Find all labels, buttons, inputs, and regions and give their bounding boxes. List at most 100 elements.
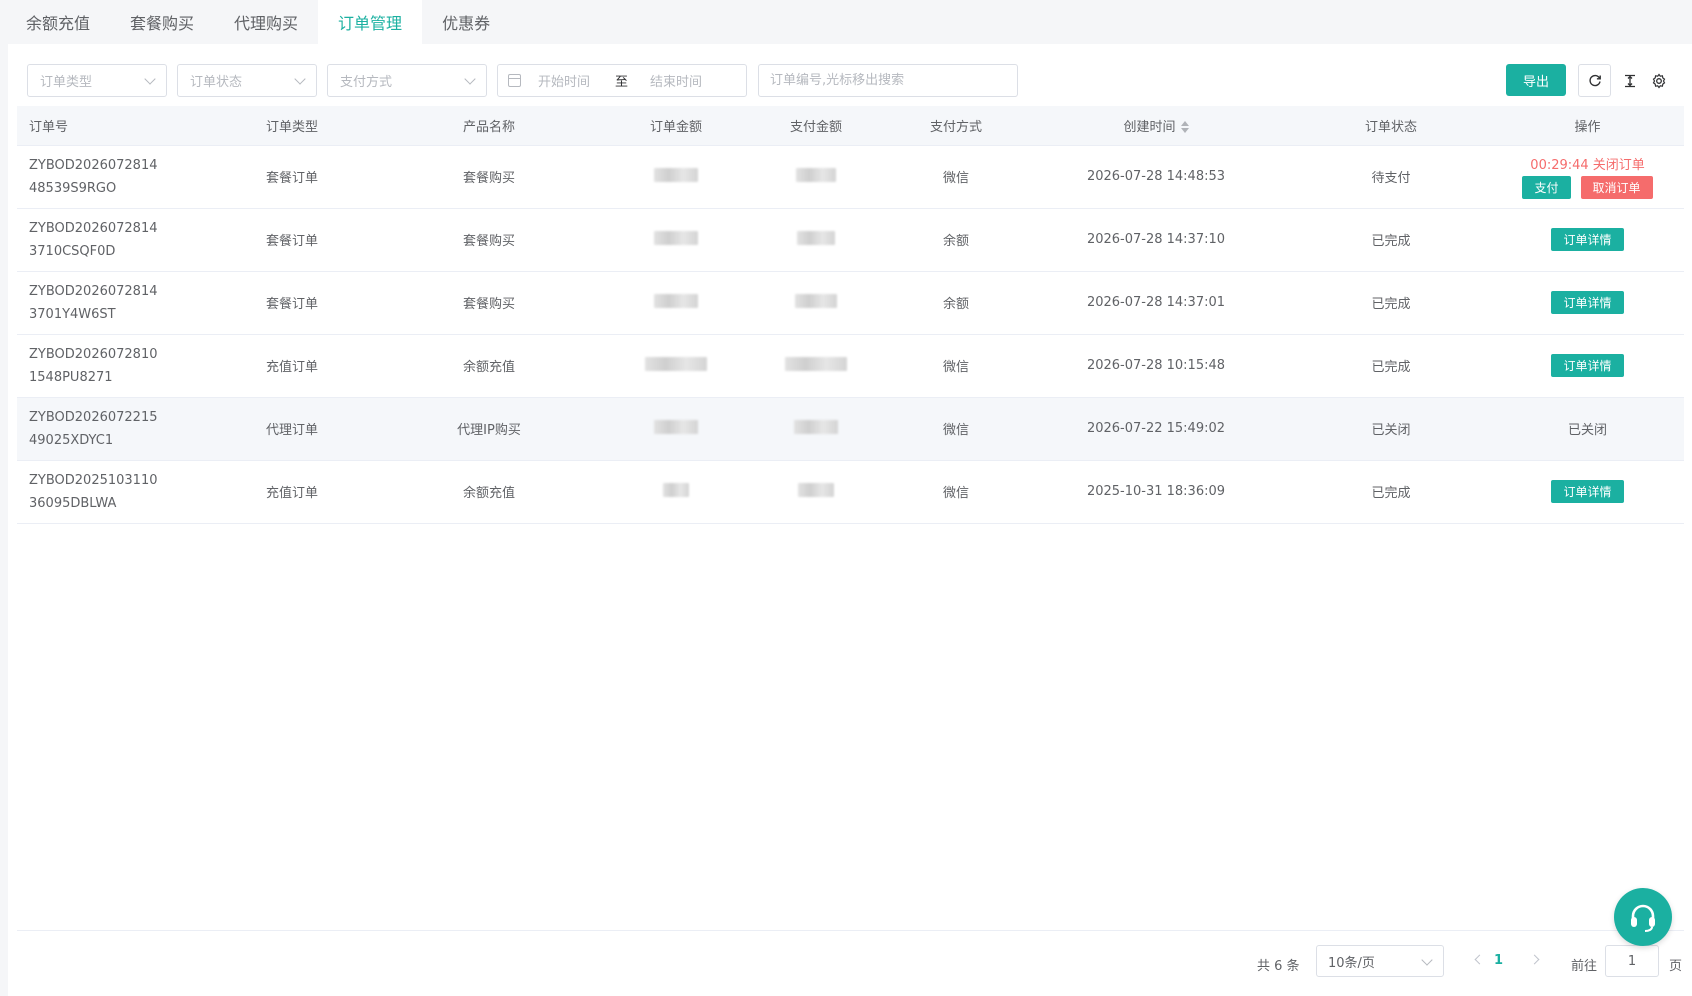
order-number: ZYBOD2026072814 3710CSQF0D bbox=[17, 208, 217, 272]
column-header: 订单金额 bbox=[611, 106, 741, 146]
order-detail-button[interactable]: 订单详情 bbox=[1551, 354, 1624, 377]
order-detail-button[interactable]: 订单详情 bbox=[1551, 291, 1624, 314]
pay-method-select[interactable]: 支付方式 bbox=[327, 64, 487, 97]
column-header: 支付金额 bbox=[741, 106, 891, 146]
settings-icon bbox=[1652, 73, 1665, 88]
order-type: 充值订单 bbox=[217, 334, 367, 398]
next-page-icon[interactable] bbox=[1529, 954, 1540, 965]
tab-order-management[interactable]: 订单管理 bbox=[318, 0, 423, 44]
actions-cell: 订单详情 bbox=[1491, 460, 1684, 524]
order-type: 套餐订单 bbox=[217, 271, 367, 335]
pay-method-placeholder: 支付方式 bbox=[340, 75, 393, 90]
cancel-order-button[interactable]: 取消订单 bbox=[1580, 176, 1653, 199]
order-panel: 订单类型 订单状态 支付方式 开始时间 至 结束时间 导出 bbox=[8, 44, 1692, 996]
redacted-amount bbox=[798, 482, 834, 497]
redacted-amount bbox=[796, 167, 836, 182]
pay-button[interactable]: 支付 bbox=[1522, 176, 1571, 199]
settings-button[interactable] bbox=[1642, 64, 1675, 97]
range-separator: 至 bbox=[615, 75, 629, 90]
order-search-input[interactable] bbox=[758, 64, 1018, 97]
redacted-amount bbox=[785, 356, 847, 371]
page-size-select[interactable]: 10条/页 bbox=[1316, 945, 1444, 977]
table-row: ZYBOD2026072814 48539S9RGO 套餐订单 套餐购买 微信 2… bbox=[17, 145, 1684, 209]
column-header: 操作 bbox=[1491, 106, 1684, 146]
payment-countdown: 00:29:44 bbox=[1530, 158, 1589, 173]
redacted-amount bbox=[795, 293, 837, 308]
order-type: 充值订单 bbox=[217, 460, 367, 524]
order-status-select[interactable]: 订单状态 bbox=[177, 64, 317, 97]
tab-balance-recharge[interactable]: 余额充值 bbox=[6, 0, 110, 44]
order-amount bbox=[611, 208, 741, 272]
table-row: ZYBOD2026072215 49025XDYC1 代理订单 代理IP购买 微信… bbox=[17, 397, 1684, 461]
order-number: ZYBOD2026072810 1548PU8271 bbox=[17, 334, 217, 398]
order-detail-button[interactable]: 订单详情 bbox=[1551, 228, 1624, 251]
actions-cell: 订单详情 bbox=[1491, 334, 1684, 398]
order-amount bbox=[611, 271, 741, 335]
order-detail-button[interactable]: 订单详情 bbox=[1551, 480, 1624, 503]
order-amount bbox=[611, 397, 741, 461]
goto-page-input[interactable] bbox=[1605, 945, 1659, 977]
column-header: 创建时间 bbox=[1123, 119, 1176, 135]
pagination: 共 6 条 10条/页 1 前往 页 bbox=[17, 930, 1684, 996]
tab-proxy-purchase[interactable]: 代理购买 bbox=[214, 0, 318, 44]
product-name: 代理IP购买 bbox=[367, 397, 611, 461]
calendar-icon bbox=[508, 74, 521, 87]
prev-page-icon[interactable] bbox=[1474, 954, 1485, 965]
filter-toolbar: 订单类型 订单状态 支付方式 开始时间 至 结束时间 导出 bbox=[8, 44, 1692, 106]
redacted-amount bbox=[654, 230, 698, 245]
column-header: 支付方式 bbox=[891, 106, 1021, 146]
actions-cell: 订单详情 bbox=[1491, 208, 1684, 272]
table-row: ZYBOD2026072810 1548PU8271 充值订单 余额充值 微信 2… bbox=[17, 334, 1684, 398]
tab-bar: 余额充值 套餐购买 代理购买 订单管理 优惠券 bbox=[0, 0, 1692, 44]
customer-service-button[interactable] bbox=[1614, 888, 1672, 946]
order-status: 已完成 bbox=[1291, 460, 1491, 524]
redacted-amount bbox=[797, 230, 835, 245]
created-time: 2025-10-31 18:36:09 bbox=[1021, 460, 1291, 524]
redacted-amount bbox=[663, 482, 689, 497]
order-type: 套餐订单 bbox=[217, 208, 367, 272]
order-type: 代理订单 bbox=[217, 397, 367, 461]
redacted-amount bbox=[645, 356, 707, 371]
order-status-placeholder: 订单状态 bbox=[190, 75, 243, 90]
created-time: 2026-07-28 14:48:53 bbox=[1021, 145, 1291, 209]
order-status: 已完成 bbox=[1291, 208, 1491, 272]
actions-cell: 订单详情 bbox=[1491, 271, 1684, 335]
paid-amount bbox=[741, 460, 891, 524]
pay-method: 余额 bbox=[891, 208, 1021, 272]
refresh-button[interactable] bbox=[1578, 64, 1611, 97]
tab-coupons[interactable]: 优惠券 bbox=[422, 0, 510, 44]
created-time-header[interactable]: 创建时间 bbox=[1021, 106, 1291, 146]
goto-label: 前往 bbox=[1571, 959, 1598, 974]
sort-icon[interactable] bbox=[1180, 121, 1189, 134]
order-type: 套餐订单 bbox=[217, 145, 367, 209]
table-header-row: 订单号 订单类型 产品名称 订单金额 支付金额 支付方式 创建时间 订单状态 操… bbox=[17, 106, 1684, 146]
close-order-link[interactable]: 关闭订单 bbox=[1593, 158, 1645, 173]
product-name: 套餐购买 bbox=[367, 271, 611, 335]
order-type-placeholder: 订单类型 bbox=[40, 75, 93, 90]
date-range-picker[interactable]: 开始时间 至 结束时间 bbox=[497, 64, 747, 97]
order-amount bbox=[611, 460, 741, 524]
order-status: 已关闭 bbox=[1291, 397, 1491, 461]
order-status: 已完成 bbox=[1291, 271, 1491, 335]
start-date-input[interactable]: 开始时间 bbox=[538, 71, 590, 90]
pay-method: 微信 bbox=[891, 145, 1021, 209]
order-number: ZYBOD2026072215 49025XDYC1 bbox=[17, 397, 217, 461]
created-time: 2026-07-22 15:49:02 bbox=[1021, 397, 1291, 461]
table-row: ZYBOD2026072814 3701Y4W6ST 套餐订单 套餐购买 余额 2… bbox=[17, 271, 1684, 335]
export-button[interactable]: 导出 bbox=[1506, 64, 1566, 96]
end-date-input[interactable]: 结束时间 bbox=[650, 71, 702, 90]
redacted-amount bbox=[794, 419, 838, 434]
redacted-amount bbox=[654, 167, 698, 182]
product-name: 余额充值 bbox=[367, 334, 611, 398]
pay-method: 微信 bbox=[891, 460, 1021, 524]
tab-package-purchase[interactable]: 套餐购买 bbox=[110, 0, 214, 44]
refresh-icon bbox=[1588, 74, 1601, 86]
redacted-amount bbox=[654, 419, 698, 434]
order-type-select[interactable]: 订单类型 bbox=[27, 64, 167, 97]
created-time: 2026-07-28 10:15:48 bbox=[1021, 334, 1291, 398]
order-number: ZYBOD2026072814 48539S9RGO bbox=[17, 145, 217, 209]
orders-table: 订单号 订单类型 产品名称 订单金额 支付金额 支付方式 创建时间 订单状态 操… bbox=[17, 106, 1684, 524]
pay-method: 余额 bbox=[891, 271, 1021, 335]
page-number-current[interactable]: 1 bbox=[1494, 953, 1503, 968]
product-name: 余额充值 bbox=[367, 460, 611, 524]
